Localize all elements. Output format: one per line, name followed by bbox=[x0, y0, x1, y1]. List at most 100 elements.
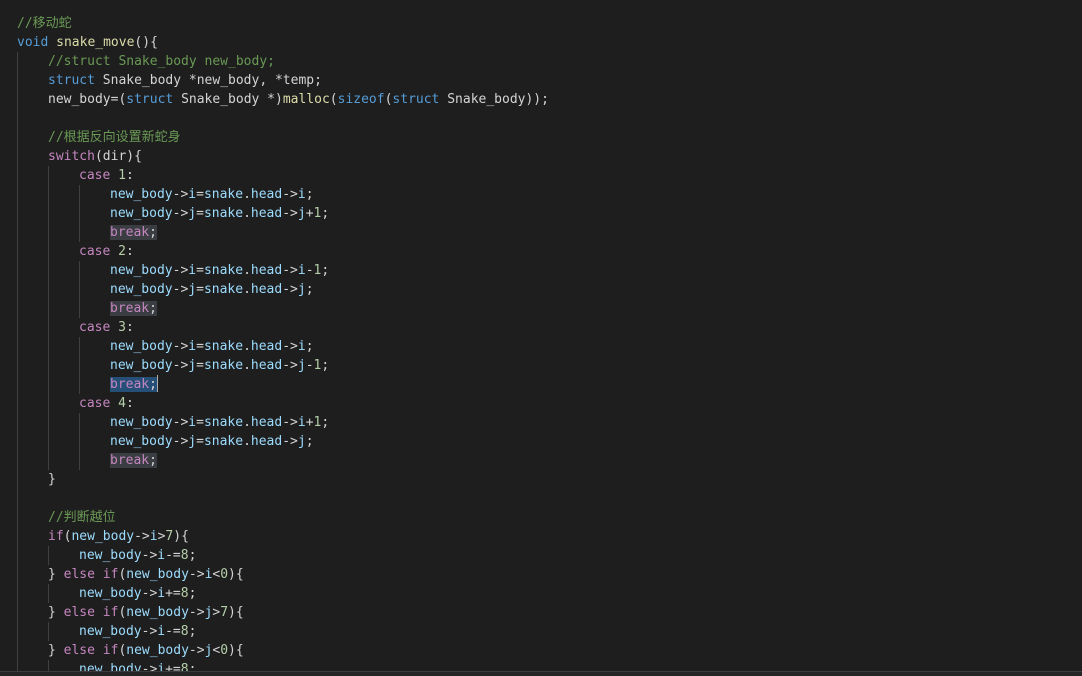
code-line[interactable]: case 1: bbox=[17, 166, 549, 185]
code-line[interactable]: new_body->i=snake.head->i; bbox=[17, 337, 549, 356]
code-line[interactable]: new_body->i-=8; bbox=[17, 546, 549, 565]
code-token: Snake_body)); bbox=[439, 92, 549, 107]
code-line[interactable]: //根据反向设置新蛇身 bbox=[17, 128, 549, 147]
code-line[interactable]: new_body->j=snake.head->j; bbox=[17, 280, 549, 299]
code-line[interactable]: new_body->i-=8; bbox=[17, 622, 549, 641]
code-token: . bbox=[243, 358, 251, 373]
code-token: = bbox=[196, 415, 204, 430]
code-token: if bbox=[102, 643, 119, 658]
code-line[interactable]: new_body->i+=8; bbox=[17, 584, 549, 603]
code-token: head bbox=[250, 187, 283, 202]
code-token: } bbox=[48, 605, 64, 620]
code-line[interactable]: case 2: bbox=[17, 242, 549, 261]
code-token: . bbox=[243, 339, 251, 354]
code-token: 4 bbox=[118, 396, 126, 411]
code-line[interactable]: new_body->j=snake.head->j; bbox=[17, 432, 549, 451]
indent-guide bbox=[48, 185, 49, 204]
code-token: struct bbox=[48, 73, 95, 88]
code-line[interactable] bbox=[17, 489, 549, 508]
code-line[interactable]: new_body=(struct Snake_body *)malloc(siz… bbox=[17, 90, 549, 109]
code-token: -> bbox=[141, 586, 158, 601]
code-editor[interactable]: //移动蛇 void snake_move(){//struct Snake_bo… bbox=[0, 0, 1082, 671]
code-token: -> bbox=[172, 206, 189, 221]
code-line[interactable]: //判断越位 bbox=[17, 508, 549, 527]
code-line[interactable]: } else if(new_body->i<0){ bbox=[17, 565, 549, 584]
code-token: j bbox=[188, 282, 197, 297]
indent-guide bbox=[48, 413, 49, 432]
code-line[interactable]: } else if(new_body->j>7){ bbox=[17, 603, 549, 622]
indent-guide bbox=[79, 299, 80, 318]
indent-guide bbox=[48, 432, 49, 451]
code-token: ; bbox=[321, 415, 330, 430]
code-line[interactable]: //struct Snake_body new_body; bbox=[17, 52, 549, 71]
code-token: new_body bbox=[71, 529, 135, 544]
code-token: i bbox=[297, 415, 306, 430]
code-token: //判断越位 bbox=[48, 510, 116, 525]
code-line[interactable]: new_body->i=snake.head->i-1; bbox=[17, 261, 549, 280]
indent-guide bbox=[17, 660, 18, 671]
indent-guide bbox=[17, 90, 18, 109]
code-token: -> bbox=[172, 282, 189, 297]
code-token: -> bbox=[188, 643, 205, 658]
code-line[interactable]: new_body->j=snake.head->j-1; bbox=[17, 356, 549, 375]
code-token: -> bbox=[134, 529, 150, 544]
indent-guide bbox=[17, 546, 18, 565]
code-token: new_body bbox=[110, 339, 173, 354]
word-highlight: break; bbox=[110, 453, 157, 468]
code-token: i bbox=[157, 662, 166, 671]
code-line[interactable]: case 3: bbox=[17, 318, 549, 337]
code-line[interactable]: switch(dir){ bbox=[17, 147, 549, 166]
code-token: += bbox=[165, 662, 181, 671]
code-line[interactable]: new_body->i=snake.head->i; bbox=[17, 185, 549, 204]
indent-guide bbox=[48, 204, 49, 223]
code-line[interactable]: } bbox=[17, 470, 549, 489]
code-token: -= bbox=[165, 624, 181, 639]
indent-guide bbox=[17, 204, 18, 223]
code-line[interactable]: if(new_body->i>7){ bbox=[17, 527, 549, 546]
indent-guide bbox=[48, 337, 49, 356]
code-line[interactable]: break; bbox=[17, 451, 549, 470]
code-line[interactable] bbox=[17, 109, 549, 128]
code-token: . bbox=[243, 434, 251, 449]
code-line[interactable]: break; bbox=[17, 375, 549, 394]
code-token: new_body bbox=[110, 263, 173, 278]
indent-guide bbox=[17, 356, 18, 375]
code-token: i bbox=[297, 187, 306, 202]
code-lines[interactable]: //移动蛇 void snake_move(){//struct Snake_bo… bbox=[17, 14, 549, 671]
indent-guide bbox=[17, 584, 18, 603]
code-token: -> bbox=[172, 187, 189, 202]
code-line[interactable]: void snake_move(){ bbox=[17, 33, 549, 52]
code-line[interactable]: struct Snake_body *new_body, *temp; bbox=[17, 71, 549, 90]
code-token: new_body bbox=[110, 206, 173, 221]
indent-guide bbox=[17, 52, 18, 71]
indent-guide bbox=[79, 261, 80, 280]
code-token: new_body bbox=[110, 282, 173, 297]
indent-guide bbox=[17, 394, 18, 413]
bottom-panel-edge bbox=[0, 672, 1082, 676]
code-line[interactable]: break; bbox=[17, 223, 549, 242]
code-token: . bbox=[243, 263, 251, 278]
text-cursor bbox=[156, 375, 158, 392]
code-line[interactable]: } else if(new_body->j<0){ bbox=[17, 641, 549, 660]
indent-guide bbox=[17, 641, 18, 660]
code-token: -= bbox=[165, 548, 181, 563]
indent-guide bbox=[48, 318, 49, 337]
code-token: -> bbox=[282, 206, 298, 221]
code-token: ; bbox=[149, 301, 157, 316]
code-line[interactable]: new_body->i=snake.head->i+1; bbox=[17, 413, 549, 432]
code-token: case bbox=[79, 320, 111, 335]
code-token: i bbox=[157, 624, 166, 639]
code-token: = bbox=[196, 282, 204, 297]
code-token: else bbox=[63, 643, 95, 658]
code-line[interactable]: new_body->j=snake.head->j+1; bbox=[17, 204, 549, 223]
code-token: ; bbox=[321, 358, 330, 373]
code-token: = bbox=[196, 358, 204, 373]
code-line[interactable]: break; bbox=[17, 299, 549, 318]
code-line[interactable]: new_body->i+=8; bbox=[17, 660, 549, 671]
code-token: ){ bbox=[173, 529, 189, 544]
code-line[interactable]: //移动蛇 bbox=[17, 14, 549, 33]
code-line[interactable]: case 4: bbox=[17, 394, 549, 413]
code-token: void bbox=[17, 35, 49, 50]
